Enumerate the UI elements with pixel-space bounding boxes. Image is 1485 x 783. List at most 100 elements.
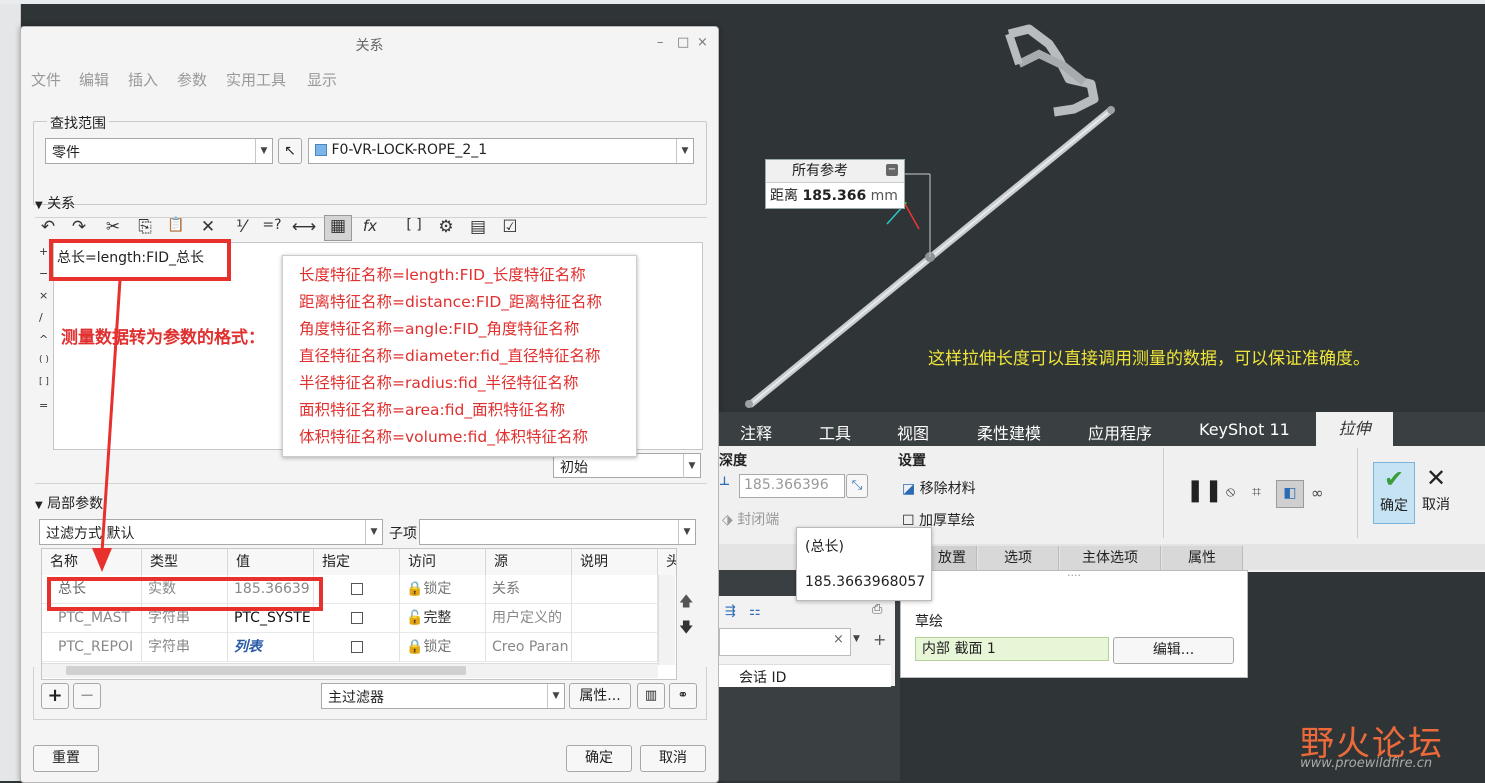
subtab-options[interactable]: 选项 (978, 546, 1059, 570)
col-access[interactable]: 访问 (400, 549, 486, 575)
cut-icon[interactable]: ✂ (100, 217, 126, 237)
scroll-thumb[interactable] (66, 666, 466, 675)
tab-keyshot[interactable]: KeyShot 11 (1199, 420, 1290, 439)
ok-extrude-button[interactable]: ✔ 确定 (1373, 462, 1415, 524)
plus-operator[interactable]: + (39, 245, 48, 258)
drag-handle-icon[interactable]: ···· (901, 570, 1247, 581)
col-description[interactable]: 说明 (572, 549, 658, 575)
tree-search-input[interactable] (719, 628, 851, 656)
tab-flexible-modeling[interactable]: 柔性建模 (977, 420, 1041, 444)
units-icon[interactable]: ⅟ (228, 217, 254, 237)
pause-icon[interactable]: ❚❚ (1186, 478, 1223, 503)
subtab-body-options[interactable]: 主体选项 (1060, 546, 1161, 570)
col-value[interactable]: 值 (228, 549, 314, 575)
scope-model-select[interactable]: F0-VR-LOCK-ROPE_2_1 ▼ (308, 138, 694, 164)
insert-dimension-icon[interactable]: ⟷ (291, 217, 317, 237)
main-filter-select[interactable]: 主过滤器 ▼ (321, 683, 565, 709)
menu-insert[interactable]: 插入 (128, 69, 158, 90)
add-icon[interactable]: + (873, 630, 886, 649)
evaluate-icon[interactable]: =? (259, 217, 285, 233)
minimize-icon[interactable]: – (657, 35, 664, 50)
paren-operator[interactable]: ( ) (39, 355, 49, 365)
remove-param-button[interactable]: − (73, 683, 101, 709)
menu-parameters[interactable]: 参数 (177, 69, 207, 90)
measure-callout[interactable]: 所有参考 − 距离 185.366 mm (765, 159, 905, 209)
settings-icon[interactable]: ⎙ (872, 602, 882, 617)
checkbox-icon[interactable] (350, 583, 363, 595)
horizontal-scrollbar[interactable] (42, 663, 658, 678)
ok-button[interactable]: 确定 (566, 745, 632, 772)
maximize-icon[interactable]: □ (677, 35, 689, 50)
glasses-icon[interactable]: ∞ (1311, 484, 1324, 502)
undo-icon[interactable]: ↶ (35, 217, 61, 237)
col-extra[interactable]: 头 (658, 549, 676, 575)
vertical-scrollbar[interactable] (658, 575, 675, 665)
table-row[interactable]: PTC_REPOI 字符串 列表 🔒锁定 Creo Paran (42, 633, 658, 662)
menu-show[interactable]: 显示 (307, 69, 337, 90)
move-down-icon[interactable]: 🡇 (679, 617, 693, 641)
preview-mesh-icon[interactable]: ⌗ (1252, 482, 1261, 502)
depth-input[interactable]: 185.366396 (739, 474, 845, 498)
collapse-icon[interactable]: − (886, 164, 898, 176)
chevron-down-icon[interactable]: ▼ (853, 634, 860, 644)
param-value[interactable]: 列表 (228, 633, 314, 662)
close-icon[interactable]: × (697, 35, 708, 50)
subtab-properties[interactable]: 属性 (1162, 546, 1243, 570)
scope-type-select[interactable]: 零件 ▼ (45, 138, 273, 164)
bracket-operator[interactable]: [ ] (39, 377, 49, 387)
subitem-select[interactable]: ▼ (419, 519, 696, 545)
param-designate[interactable] (314, 604, 400, 633)
redo-icon[interactable]: ↷ (66, 217, 92, 237)
cancel-extrude-button[interactable]: ✕ 取消 (1416, 462, 1456, 522)
close-ends-toggle[interactable]: ⬗ 封闭端 (722, 509, 779, 529)
relations-section-header[interactable]: ▼ 关系 (35, 193, 75, 213)
tree-columns-icon[interactable]: ⚏ (749, 604, 761, 619)
reset-button[interactable]: 重置 (33, 745, 99, 772)
verify-preview-icon[interactable]: ◧ (1276, 480, 1304, 508)
find-button[interactable]: ⚭ (669, 683, 697, 709)
remove-material-toggle[interactable]: ◪ 移除材料 (902, 478, 976, 498)
menu-edit[interactable]: 编辑 (79, 69, 109, 90)
clear-icon[interactable]: × (833, 632, 844, 647)
cancel-button[interactable]: 取消 (640, 745, 706, 772)
show-values-icon[interactable]: ▤ (465, 217, 491, 237)
divide-operator[interactable]: / (39, 311, 43, 324)
properties-button[interactable]: 属性... (569, 683, 631, 709)
select-pointer-button[interactable]: ↖ (278, 138, 302, 164)
move-up-icon[interactable]: 🡅 (679, 591, 693, 615)
flip-direction-button[interactable]: ⤡ (846, 474, 868, 498)
col-type[interactable]: 类型 (142, 549, 228, 575)
minus-operator[interactable]: − (39, 267, 48, 280)
tab-annotate[interactable]: 注释 (740, 420, 772, 444)
brackets-icon[interactable]: [ ] (401, 217, 427, 233)
tree-filter-icon[interactable]: ⇶ (725, 604, 736, 619)
checkbox-icon[interactable] (350, 641, 363, 653)
param-designate[interactable] (314, 633, 400, 662)
paste-icon[interactable]: 📋 (163, 217, 189, 233)
tab-view[interactable]: 视图 (897, 420, 929, 444)
power-operator[interactable]: ^ (39, 333, 48, 346)
delete-icon[interactable]: ✕ (195, 217, 221, 237)
depth-blind-icon[interactable]: ⊥ (719, 474, 739, 498)
show-dimension-icon[interactable]: ▦ (324, 215, 352, 241)
col-source[interactable]: 源 (486, 549, 572, 575)
function-icon[interactable]: fx (357, 217, 383, 235)
sketch-collector[interactable]: 内部 截面 1 (915, 637, 1109, 661)
multiply-operator[interactable]: × (39, 289, 48, 302)
menu-utilities[interactable]: 实用工具 (226, 69, 286, 90)
table-view-button[interactable]: ▥ (637, 683, 665, 709)
edit-sketch-button[interactable]: 编辑... (1113, 637, 1234, 664)
equals-operator[interactable]: = (39, 399, 48, 412)
checkbox-icon[interactable] (350, 612, 363, 624)
tab-tools[interactable]: 工具 (819, 420, 851, 444)
col-designate[interactable]: 指定 (314, 549, 400, 575)
param-designate[interactable] (314, 575, 400, 604)
tab-extrude-active[interactable]: 拉伸 (1316, 412, 1393, 446)
no-preview-icon[interactable]: ⦸ (1226, 484, 1235, 500)
params-table[interactable]: 名称 类型 值 指定 访问 源 说明 头 总长 实数 185.36639 🔒锁定… (41, 548, 677, 680)
add-param-button[interactable]: + (41, 683, 69, 709)
tab-applications[interactable]: 应用程序 (1088, 420, 1152, 444)
copy-icon[interactable]: ⎘ (132, 217, 158, 237)
verify-icon[interactable]: ⚙ (433, 217, 459, 237)
menu-file[interactable]: 文件 (31, 69, 61, 90)
